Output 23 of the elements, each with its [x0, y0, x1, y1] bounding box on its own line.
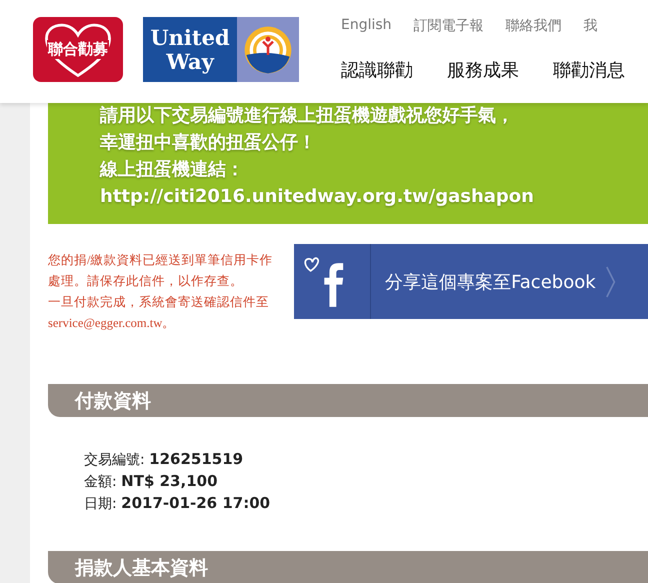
nav-link[interactable]: 聯勸消息	[553, 58, 625, 82]
payment-detail: 日期: 2017-01-26 17:00	[84, 493, 272, 514]
top-link[interactable]: 訂閱電子報	[414, 17, 484, 35]
section-title: 捐款人基本資料	[75, 556, 208, 580]
facebook-share-button[interactable]: 分享這個專案至Facebook	[294, 244, 648, 319]
top-link[interactable]: English	[341, 17, 392, 35]
logo-text: 聯合勸募	[47, 40, 109, 59]
nav-link[interactable]: 認識聯勸	[341, 58, 413, 82]
section-title: 付款資料	[75, 388, 151, 414]
heart-icon	[43, 23, 113, 79]
message-text: 一旦付款完成，系統會寄送確認信件至service@egger.com.tw。	[48, 294, 270, 332]
logo-text: United Way	[150, 26, 230, 74]
top-link[interactable]: 我	[584, 17, 598, 35]
notice-text: 線上扭蛋機連結：	[100, 158, 245, 182]
payment-detail: 金額: NT$ 23,100	[84, 471, 218, 492]
notice-text: 請用以下交易編號進行線上扭蛋機遊戲祝您好手氣，	[100, 104, 515, 128]
payment-detail: 交易編號: 126251519	[84, 449, 244, 470]
message-text: 您的捐/繳款資料已經送到單筆信用卡作處理。請保存此信件，以作存查。	[48, 252, 274, 290]
nav-link[interactable]: 服務成果	[447, 58, 519, 82]
charity-logo[interactable]: 聯合勸募	[33, 17, 123, 82]
notice-text: 幸運扭中喜歡的扭蛋公仔！	[100, 131, 317, 155]
rainbow-hand-icon	[243, 24, 293, 74]
top-link[interactable]: 聯絡我們	[506, 17, 562, 35]
